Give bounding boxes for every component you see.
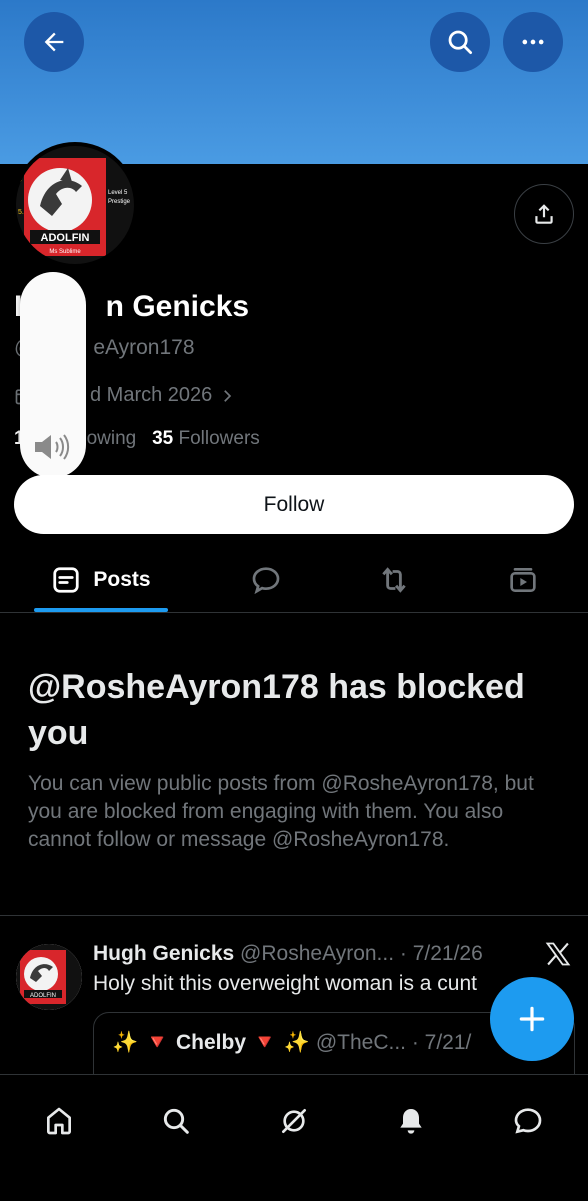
svg-text:ADOLFIN: ADOLFIN <box>30 993 56 999</box>
more-dots-icon <box>522 39 544 45</box>
bottom-nav <box>0 1074 588 1201</box>
quoted-author: Chelby <box>175 1031 246 1054</box>
nav-search[interactable] <box>146 1091 206 1151</box>
plus-icon <box>519 1006 545 1032</box>
nav-notifications[interactable] <box>381 1091 441 1151</box>
chevron-right-icon <box>224 389 232 402</box>
search-icon <box>163 1108 189 1134</box>
avatar-image: ADOLFIN Ms Sublime Level 5 Prestige 4 5. <box>16 146 134 264</box>
follow-button[interactable]: Follow <box>14 475 574 534</box>
active-tab-indicator <box>34 608 168 612</box>
home-icon <box>47 1107 71 1135</box>
compose-button[interactable] <box>490 977 574 1061</box>
quoted-author-emoji-prefix: ✨ 🔻 <box>112 1031 171 1054</box>
blocked-message: You can view public posts from @RosheAyr… <box>28 772 534 851</box>
quoted-post-header: ✨ 🔻 Chelby 🔻 ✨ @TheC... · 7/21/ <box>112 1031 471 1055</box>
search-icon <box>448 30 472 54</box>
profile-banner[interactable] <box>0 0 588 164</box>
back-arrow-icon <box>44 32 64 52</box>
search-button[interactable] <box>430 12 490 72</box>
share-button[interactable] <box>514 184 574 244</box>
quoted-author-emoji-suffix: 🔻 ✨ <box>251 1031 310 1054</box>
svg-text:Prestige: Prestige <box>108 199 131 205</box>
speaker-icon <box>35 434 70 460</box>
svg-text:5.: 5. <box>18 209 24 216</box>
more-button[interactable] <box>503 12 563 72</box>
nav-messages[interactable] <box>498 1091 558 1151</box>
post-handle-date: @RosheAyron... · 7/21/26 <box>240 942 483 965</box>
nav-grok[interactable] <box>264 1091 324 1151</box>
tab-replies[interactable] <box>236 548 296 612</box>
svg-text:Ms Sublime: Ms Sublime <box>49 249 81 255</box>
post-author[interactable]: Hugh Genicks <box>93 942 234 965</box>
profile-avatar[interactable]: ADOLFIN Ms Sublime Level 5 Prestige 4 5. <box>12 142 138 268</box>
back-button[interactable] <box>24 12 84 72</box>
post-header: Hugh Genicks @RosheAyron... · 7/21/26 <box>93 942 483 966</box>
profile-tabs: Posts <box>0 548 588 613</box>
share-icon <box>535 204 553 224</box>
quoted-handle-date: @TheC... · 7/21/ <box>315 1031 472 1054</box>
x-logo-icon <box>545 942 571 966</box>
following-label[interactable]: owing <box>87 428 137 449</box>
volume-indicator[interactable] <box>20 272 86 478</box>
followers-label[interactable]: Followers <box>179 428 260 449</box>
grok-icon <box>282 1109 306 1133</box>
media-icon <box>510 568 536 592</box>
reply-icon <box>252 567 280 595</box>
tab-posts-label: Posts <box>93 568 151 591</box>
list-icon <box>53 567 80 593</box>
nav-home[interactable] <box>29 1091 89 1151</box>
blocked-title: @RosheAyron178 has blocked you <box>28 668 525 752</box>
tab-media[interactable] <box>493 548 553 612</box>
tab-posts[interactable]: Posts <box>34 548 168 612</box>
tab-reposts[interactable] <box>364 548 424 612</box>
post-avatar[interactable]: ADOLFIN <box>16 944 82 1010</box>
followers-count[interactable]: 35 <box>152 428 173 449</box>
svg-text:ADOLFIN: ADOLFIN <box>41 232 90 244</box>
post-avatar-image: ADOLFIN <box>16 944 82 1010</box>
svg-text:4: 4 <box>18 177 22 184</box>
messages-icon <box>514 1108 542 1134</box>
notifications-icon <box>400 1109 422 1134</box>
svg-text:Level 5: Level 5 <box>108 190 128 196</box>
repost-icon <box>382 567 406 593</box>
post-text: Holy shit this overweight woman is a cun… <box>93 972 477 995</box>
